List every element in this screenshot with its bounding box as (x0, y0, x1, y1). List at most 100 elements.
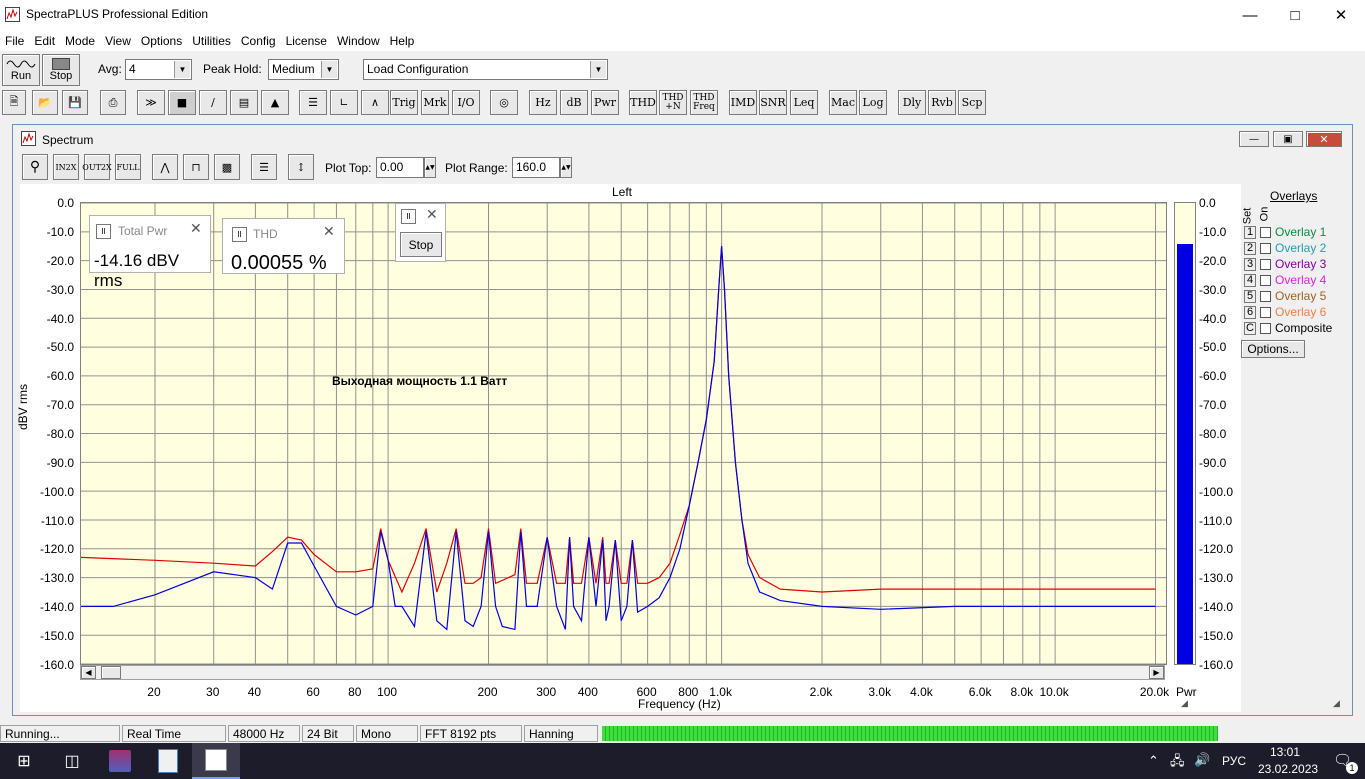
bar-plot-icon[interactable]: ▩ (214, 154, 240, 180)
thd-button[interactable]: THD (629, 90, 657, 115)
open-folder-icon[interactable]: 📂 (32, 90, 58, 115)
close-icon[interactable]: ✕ (323, 223, 335, 240)
windows-start-icon[interactable]: ⊞ (0, 743, 48, 779)
spectrum-view-icon[interactable]: ■ (168, 90, 196, 115)
hz-button[interactable]: Hz (529, 90, 557, 115)
scroll-right-icon[interactable]: ▶ (1149, 666, 1164, 679)
network-icon[interactable]: 🖧 (1170, 752, 1185, 774)
thd-n-button[interactable]: THD +N (659, 90, 687, 115)
overlay-set-button[interactable]: C (1244, 321, 1256, 335)
scp-button[interactable]: Scp (958, 90, 986, 115)
avg-select[interactable]: 4 ▼ (125, 59, 192, 80)
line-plot-icon[interactable]: ⋀ (152, 154, 178, 180)
mdi-close-button[interactable]: ✕ (1306, 131, 1342, 147)
log-button[interactable]: Log (859, 90, 887, 115)
snr-button[interactable]: SNR (759, 90, 787, 115)
overlay-set-button[interactable]: 2 (1244, 241, 1256, 255)
maximize-button[interactable]: □ (1272, 0, 1318, 30)
menu-window[interactable]: Window (332, 34, 385, 48)
chevron-up-icon[interactable]: ⌃ (1148, 753, 1159, 769)
menu-license[interactable]: License (281, 34, 332, 48)
peak-marker-icon[interactable]: ∧ (361, 90, 389, 115)
filter-icon[interactable]: ≫ (137, 90, 165, 115)
winrar-icon[interactable] (96, 743, 144, 779)
leq-button[interactable]: Leq (790, 90, 818, 115)
zoom-out-2x-icon[interactable]: OUT2X (82, 154, 112, 180)
overlay-checkbox[interactable] (1260, 242, 1271, 254)
overlay-set-button[interactable]: 6 (1244, 305, 1256, 319)
overlay-checkbox[interactable] (1260, 226, 1271, 238)
mrk-button[interactable]: Mrk (421, 90, 449, 115)
menu-utilities[interactable]: Utilities (187, 34, 236, 48)
horizontal-scrollbar[interactable]: ◀ ▶ (80, 665, 1165, 680)
resize-grip-icon[interactable]: ◢ (1333, 698, 1340, 709)
spectraplus-taskbar-icon[interactable] (192, 743, 240, 779)
document-app-icon[interactable] (144, 743, 192, 779)
close-icon[interactable]: ✕ (190, 220, 202, 237)
close-icon[interactable]: ✕ (426, 206, 438, 223)
overlay-checkbox[interactable] (1260, 290, 1271, 302)
close-button[interactable]: ✕ (1318, 0, 1364, 30)
task-view-icon[interactable]: ◫ (48, 743, 96, 779)
plot-top-spinner[interactable]: ▲▼ (424, 157, 436, 178)
plot-range-spinner[interactable]: ▲▼ (560, 157, 572, 178)
resize-grip-icon[interactable]: ◢ (1181, 698, 1188, 709)
menu-options[interactable]: Options (136, 34, 187, 48)
stop-readout-button[interactable]: Stop (400, 232, 442, 257)
spectrogram-icon[interactable]: ▤ (230, 90, 258, 115)
list-view-icon[interactable]: ☰ (299, 90, 327, 115)
readout-settings-icon[interactable]: II (401, 209, 416, 224)
menu-edit[interactable]: Edit (29, 34, 60, 48)
new-file-icon[interactable]: 🗎 (2, 90, 26, 115)
thd-freq-button[interactable]: THD Freq (690, 90, 718, 115)
3d-surface-icon[interactable]: ▲ (261, 90, 289, 115)
axis-icon[interactable]: ∟ (330, 90, 358, 115)
mac-button[interactable]: Mac (829, 90, 857, 115)
plot-top-input[interactable]: 0.00 (376, 157, 424, 178)
save-icon[interactable]: 💾 (62, 90, 88, 115)
clock-date[interactable]: 23.02.2023 (1258, 762, 1318, 776)
db-button[interactable]: dB (560, 90, 588, 115)
pwr-button[interactable]: Pwr (591, 90, 619, 115)
trig-button[interactable]: Trig (390, 90, 418, 115)
zoom-icon[interactable]: ⚲ (22, 154, 48, 180)
scroll-thumb[interactable] (101, 666, 121, 679)
readout-settings-icon[interactable]: II (96, 224, 111, 239)
dly-button[interactable]: Dly (898, 90, 926, 115)
volume-icon[interactable]: 🔊 (1194, 752, 1210, 768)
mdi-minimize-button[interactable]: — (1239, 131, 1269, 147)
readout-settings-icon[interactable]: II (232, 227, 247, 242)
overlay-set-button[interactable]: 3 (1244, 257, 1256, 271)
menu-help[interactable]: Help (385, 34, 420, 48)
imd-button[interactable]: IMD (729, 90, 757, 115)
configuration-select[interactable]: Load Configuration ▼ (363, 59, 608, 80)
language-indicator[interactable]: РУС (1222, 754, 1246, 768)
menu-config[interactable]: Config (236, 34, 281, 48)
rvb-button[interactable]: Rvb (928, 90, 956, 115)
overlay-checkbox[interactable] (1260, 274, 1271, 286)
overlay-checkbox[interactable] (1260, 322, 1271, 334)
plot-range-input[interactable]: 160.0 (512, 157, 560, 178)
overlay-set-button[interactable]: 4 (1244, 273, 1256, 287)
zoom-in-2x-icon[interactable]: IN2X (53, 154, 79, 180)
run-button[interactable]: Run (2, 54, 40, 86)
menu-view[interactable]: View (100, 34, 136, 48)
step-plot-icon[interactable]: ⊓ (183, 154, 209, 180)
scroll-left-icon[interactable]: ◀ (81, 666, 96, 679)
list-view-icon[interactable]: ☰ (251, 154, 277, 180)
stop-button[interactable]: Stop (42, 54, 80, 86)
overlay-checkbox[interactable] (1260, 258, 1271, 270)
clock-time[interactable]: 13:01 (1270, 745, 1300, 759)
menu-mode[interactable]: Mode (60, 34, 100, 48)
overlay-options-button[interactable]: Options... (1241, 340, 1305, 358)
io-button[interactable]: I/O (452, 90, 480, 115)
time-series-icon[interactable]: ∕ (199, 90, 227, 115)
peak-hold-select[interactable]: Medium ▼ (268, 59, 339, 80)
overlay-checkbox[interactable] (1260, 306, 1271, 318)
overlay-set-button[interactable]: 1 (1244, 225, 1256, 239)
generator-icon[interactable]: ◎ (490, 90, 518, 115)
overlay-set-button[interactable]: 5 (1244, 289, 1256, 303)
zoom-out-full-icon[interactable]: FULL (115, 154, 141, 180)
vertical-scale-icon[interactable]: ↕ (288, 154, 314, 180)
menu-file[interactable]: File (0, 34, 29, 48)
